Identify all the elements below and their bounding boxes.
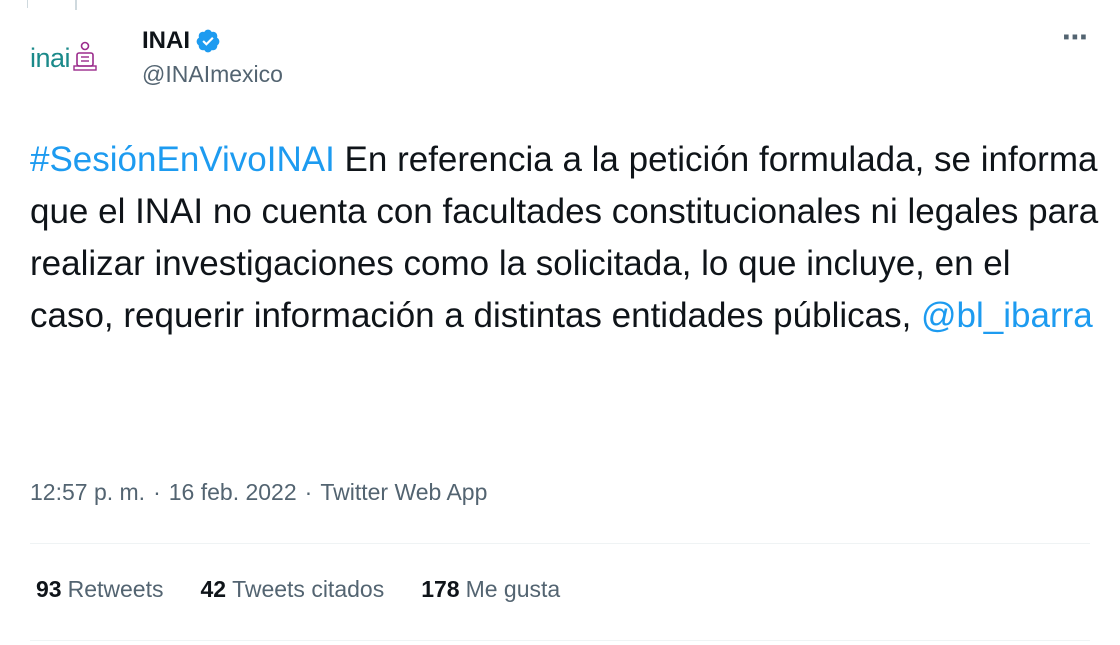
quotes-label: Tweets citados <box>232 576 385 602</box>
display-name[interactable]: INAI <box>142 27 190 55</box>
tweet-date[interactable]: 16 feb. 2022 <box>169 479 297 506</box>
more-options-icon[interactable]: ⋯ <box>1062 22 1090 53</box>
avatar[interactable]: inai <box>30 30 122 86</box>
name-row: INAI <box>142 27 283 55</box>
likes-label: Me gusta <box>465 576 561 602</box>
hashtag-link[interactable]: #SesiónEnVivoINAI <box>30 140 335 179</box>
tweet-card: inai INAI @INAImexico ⋯ #SesiónEnVivoINA… <box>0 0 1120 645</box>
mention-link[interactable]: @bl_ibarra <box>921 296 1093 335</box>
tweet-header: INAI @INAImexico <box>142 27 283 88</box>
divider-bottom <box>30 640 1090 641</box>
tweet-meta: 12:57 p. m. · 16 feb. 2022 · Twitter Web… <box>30 479 487 506</box>
quotes-count: 42 <box>200 576 227 602</box>
retweets-label: Retweets <box>67 576 164 602</box>
avatar-logo-text: inai <box>30 42 71 73</box>
retweets-count: 93 <box>36 576 62 602</box>
retweets-stat[interactable]: 93 Retweets <box>36 576 163 603</box>
likes-count: 178 <box>421 576 460 602</box>
meta-separator-2: · <box>304 479 313 505</box>
tweet-time[interactable]: 12:57 p. m. <box>30 479 145 506</box>
divider-top <box>30 543 1090 544</box>
verified-badge-icon[interactable] <box>195 28 221 54</box>
engagement-stats: 93 Retweets 42 Tweets citados 178 Me gusta <box>36 576 597 603</box>
likes-stat[interactable]: 178 Me gusta <box>421 576 560 603</box>
tweet-source[interactable]: Twitter Web App <box>320 479 487 506</box>
thread-connector <box>75 0 77 10</box>
user-handle[interactable]: @INAImexico <box>142 61 283 88</box>
meta-separator: · <box>153 479 161 505</box>
inai-logo-icon <box>73 41 97 71</box>
tweet-text: #SesiónEnVivoINAI En referencia a la pet… <box>30 134 1100 342</box>
quotes-stat[interactable]: 42 Tweets citados <box>200 576 384 603</box>
edge-line <box>27 0 28 8</box>
